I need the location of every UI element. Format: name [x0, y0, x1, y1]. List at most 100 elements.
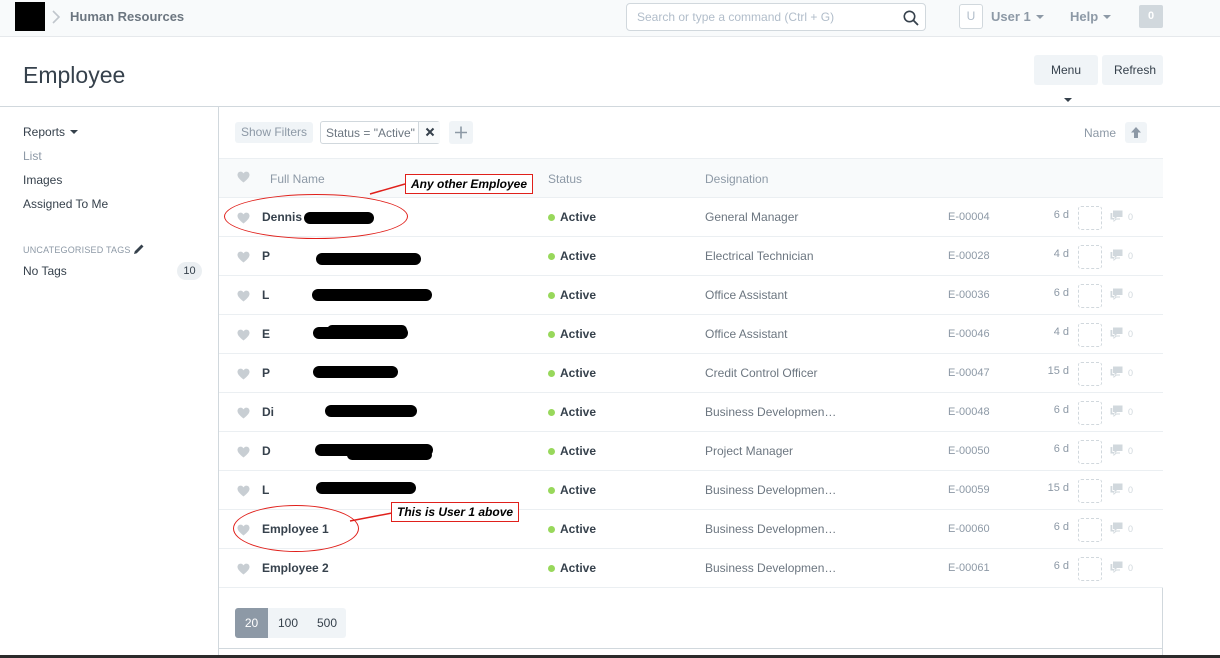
heart-icon[interactable] [237, 290, 250, 302]
breadcrumb[interactable]: Human Resources [70, 9, 184, 24]
redaction-mark [313, 366, 398, 378]
table-row[interactable]: E Active Office Assistant E-00046 4 d 0 [219, 315, 1163, 354]
employee-id: E-00059 [948, 484, 990, 496]
status-text: Active [560, 561, 597, 575]
comment-count: 0 [1128, 563, 1134, 573]
assign-avatar-placeholder[interactable] [1078, 557, 1102, 581]
redaction-mark [312, 289, 432, 301]
status-text: Active [560, 522, 597, 536]
page-length-20[interactable]: 20 [235, 608, 268, 638]
help-menu[interactable]: Help [1070, 9, 1112, 24]
status-indicator [548, 409, 555, 416]
list-panel: Show Filters Status = "Active" Name Full… [218, 107, 1163, 658]
sidebar-item-assigned-to-me[interactable]: Assigned To Me [23, 197, 108, 211]
search-input[interactable]: Search or type a command (Ctrl + G) [626, 3, 926, 31]
heart-icon[interactable] [237, 368, 250, 380]
notification-badge[interactable]: 0 [1139, 5, 1163, 28]
app-logo[interactable] [15, 2, 45, 31]
chevron-right-icon [52, 10, 61, 24]
assign-avatar-placeholder[interactable] [1078, 479, 1102, 503]
column-full-name[interactable]: Full Name [270, 172, 325, 186]
employee-name-link[interactable]: D [262, 444, 271, 458]
tag-count-badge: 10 [177, 262, 202, 280]
add-filter-button[interactable] [449, 121, 473, 144]
panel-bottom-border [218, 648, 1163, 649]
table-row[interactable]: Employee 2 Active Business Developmen… E… [219, 549, 1163, 588]
assign-avatar-placeholder[interactable] [1078, 245, 1102, 269]
search-icon[interactable] [902, 9, 920, 27]
top-navbar: Human Resources Search or type a command… [0, 0, 1220, 37]
sort-field-label[interactable]: Name [1084, 126, 1116, 140]
heart-icon[interactable] [237, 329, 250, 341]
status-indicator [548, 253, 555, 260]
page-length-500[interactable]: 500 [308, 608, 346, 638]
employee-id: E-00036 [948, 289, 990, 301]
filter-chip-label: Status = "Active" [326, 126, 415, 140]
comment-count: 0 [1128, 329, 1134, 339]
assign-avatar-placeholder[interactable] [1078, 323, 1102, 347]
sidebar-item-reports[interactable]: Reports [23, 125, 79, 139]
employee-name-link[interactable]: L [262, 483, 269, 497]
status-indicator [548, 214, 555, 221]
redaction-mark [327, 325, 407, 335]
modified-time: 15 d [1047, 365, 1069, 377]
comment-icon [1110, 483, 1123, 495]
employee-name-link[interactable]: P [262, 249, 270, 263]
redaction-mark [316, 482, 416, 494]
assign-avatar-placeholder[interactable] [1078, 401, 1102, 425]
table-row[interactable]: Di Active Business Developmen… E-00048 6… [219, 393, 1163, 432]
heart-icon[interactable] [237, 251, 250, 263]
refresh-button[interactable]: Refresh [1102, 55, 1163, 85]
avatar[interactable]: U [959, 4, 983, 29]
employee-name-link[interactable]: L [262, 288, 269, 302]
user-menu[interactable]: User 1 [991, 9, 1044, 24]
heart-icon[interactable] [237, 446, 250, 458]
page-length-100[interactable]: 100 [268, 608, 308, 638]
employee-name-link[interactable]: Employee 2 [262, 561, 329, 575]
heart-icon[interactable] [237, 563, 250, 575]
sidebar-item-images[interactable]: Images [23, 173, 62, 187]
status-text: Active [560, 366, 597, 380]
filter-chip[interactable]: Status = "Active" [320, 121, 440, 144]
assign-avatar-placeholder[interactable] [1078, 362, 1102, 386]
assign-avatar-placeholder[interactable] [1078, 284, 1102, 308]
table-row[interactable]: L Active Office Assistant E-00036 6 d 0 [219, 276, 1163, 315]
designation-text: Project Manager [705, 444, 794, 458]
comment-icon [1110, 327, 1123, 339]
sort-order-button[interactable] [1125, 122, 1147, 143]
table-row[interactable]: P Active Electrical Technician E-00028 4… [219, 237, 1163, 276]
assign-avatar-placeholder[interactable] [1078, 440, 1102, 464]
annotation-label-user-one: This is User 1 above [391, 502, 520, 522]
table-row[interactable]: P Active Credit Control Officer E-00047 … [219, 354, 1163, 393]
column-designation[interactable]: Designation [705, 172, 768, 186]
table-row[interactable]: D Active Project Manager E-00050 6 d 0 [219, 432, 1163, 471]
employee-name-link[interactable]: P [262, 366, 270, 380]
status-text: Active [560, 483, 597, 497]
heart-icon[interactable] [237, 171, 250, 183]
designation-text: Business Developmen… [705, 405, 837, 419]
page-head: Employee Menu Refresh [0, 37, 1220, 107]
show-filters-button[interactable]: Show Filters [235, 122, 314, 143]
comment-icon [1110, 561, 1123, 573]
employee-name-link[interactable]: Di [262, 405, 274, 419]
assign-avatar-placeholder[interactable] [1078, 206, 1102, 230]
table-row[interactable]: Employee 1 Active Business Developmen… E… [219, 510, 1163, 549]
designation-text: Business Developmen… [705, 561, 837, 575]
sidebar-item-no-tags[interactable]: No Tags [23, 264, 67, 278]
status-text: Active [560, 444, 597, 458]
modified-time: 6 d [1053, 560, 1069, 572]
status-indicator [548, 487, 555, 494]
sidebar-item-list[interactable]: List [23, 149, 42, 163]
employee-name-link[interactable]: E [262, 327, 270, 341]
pencil-icon[interactable] [133, 243, 145, 255]
heart-icon[interactable] [237, 485, 250, 497]
comment-count: 0 [1128, 212, 1134, 222]
status-text: Active [560, 288, 597, 302]
column-status[interactable]: Status [548, 172, 582, 186]
heart-icon[interactable] [237, 407, 250, 419]
table-row[interactable]: L Active Business Developmen… E-00059 15… [219, 471, 1163, 510]
assign-avatar-placeholder[interactable] [1078, 518, 1102, 542]
remove-filter-button[interactable] [418, 122, 440, 143]
menu-button[interactable]: Menu [1034, 55, 1098, 102]
status-text: Active [560, 405, 597, 419]
